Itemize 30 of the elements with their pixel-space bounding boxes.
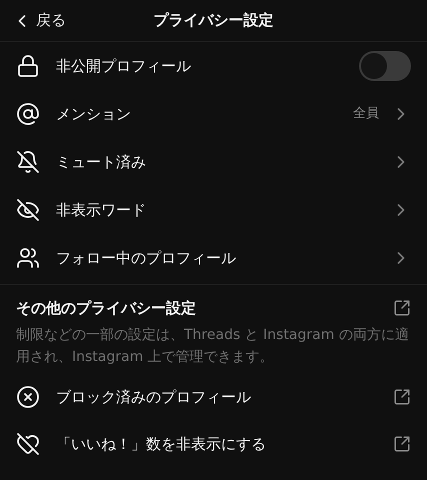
toggle-switch[interactable] [359,51,411,81]
page-title: プライバシー設定 [154,10,274,32]
external-link-icon [393,435,411,453]
circle-x-icon [16,385,40,409]
settings-row[interactable]: ミュート済み [0,138,427,186]
back-button[interactable]: 戻る [12,9,66,32]
heart-off-icon [16,432,40,456]
row-value: 全員 [353,105,379,124]
row-label: 「いいね！」数を非表示にする [56,434,267,455]
row-label: ミュート済み [56,152,147,173]
settings-row[interactable]: 非表示ワード [0,186,427,234]
settings-row[interactable]: ブロック済みのプロフィール [0,374,427,420]
people-icon [16,246,40,270]
external-link-icon[interactable] [393,299,411,318]
bell-off-icon [16,150,40,174]
row-label: フォロー中のプロフィール [56,248,237,269]
eye-off-icon [16,198,40,222]
section-title: その他のプライバシー設定 [16,298,196,319]
settings-row[interactable]: フォロー中のプロフィール [0,234,427,282]
row-label: メンション [56,104,132,125]
row-label: 非公開プロフィール [56,56,192,77]
lock-icon [16,54,40,78]
row-label: 非表示ワード [56,200,147,221]
external-link-icon [393,388,411,406]
settings-row[interactable]: 非公開プロフィール [0,42,427,90]
row-label: ブロック済みのプロフィール [56,386,252,408]
settings-row[interactable]: 「いいね！」数を非表示にする [0,420,427,468]
settings-row[interactable]: メンション 全員 [0,90,427,138]
at-sign-icon [16,102,40,126]
section-description: 制限などの一部の設定は、Threads と Instagram の両方に適用され、Instagram 上で管理できます。 [16,326,410,366]
